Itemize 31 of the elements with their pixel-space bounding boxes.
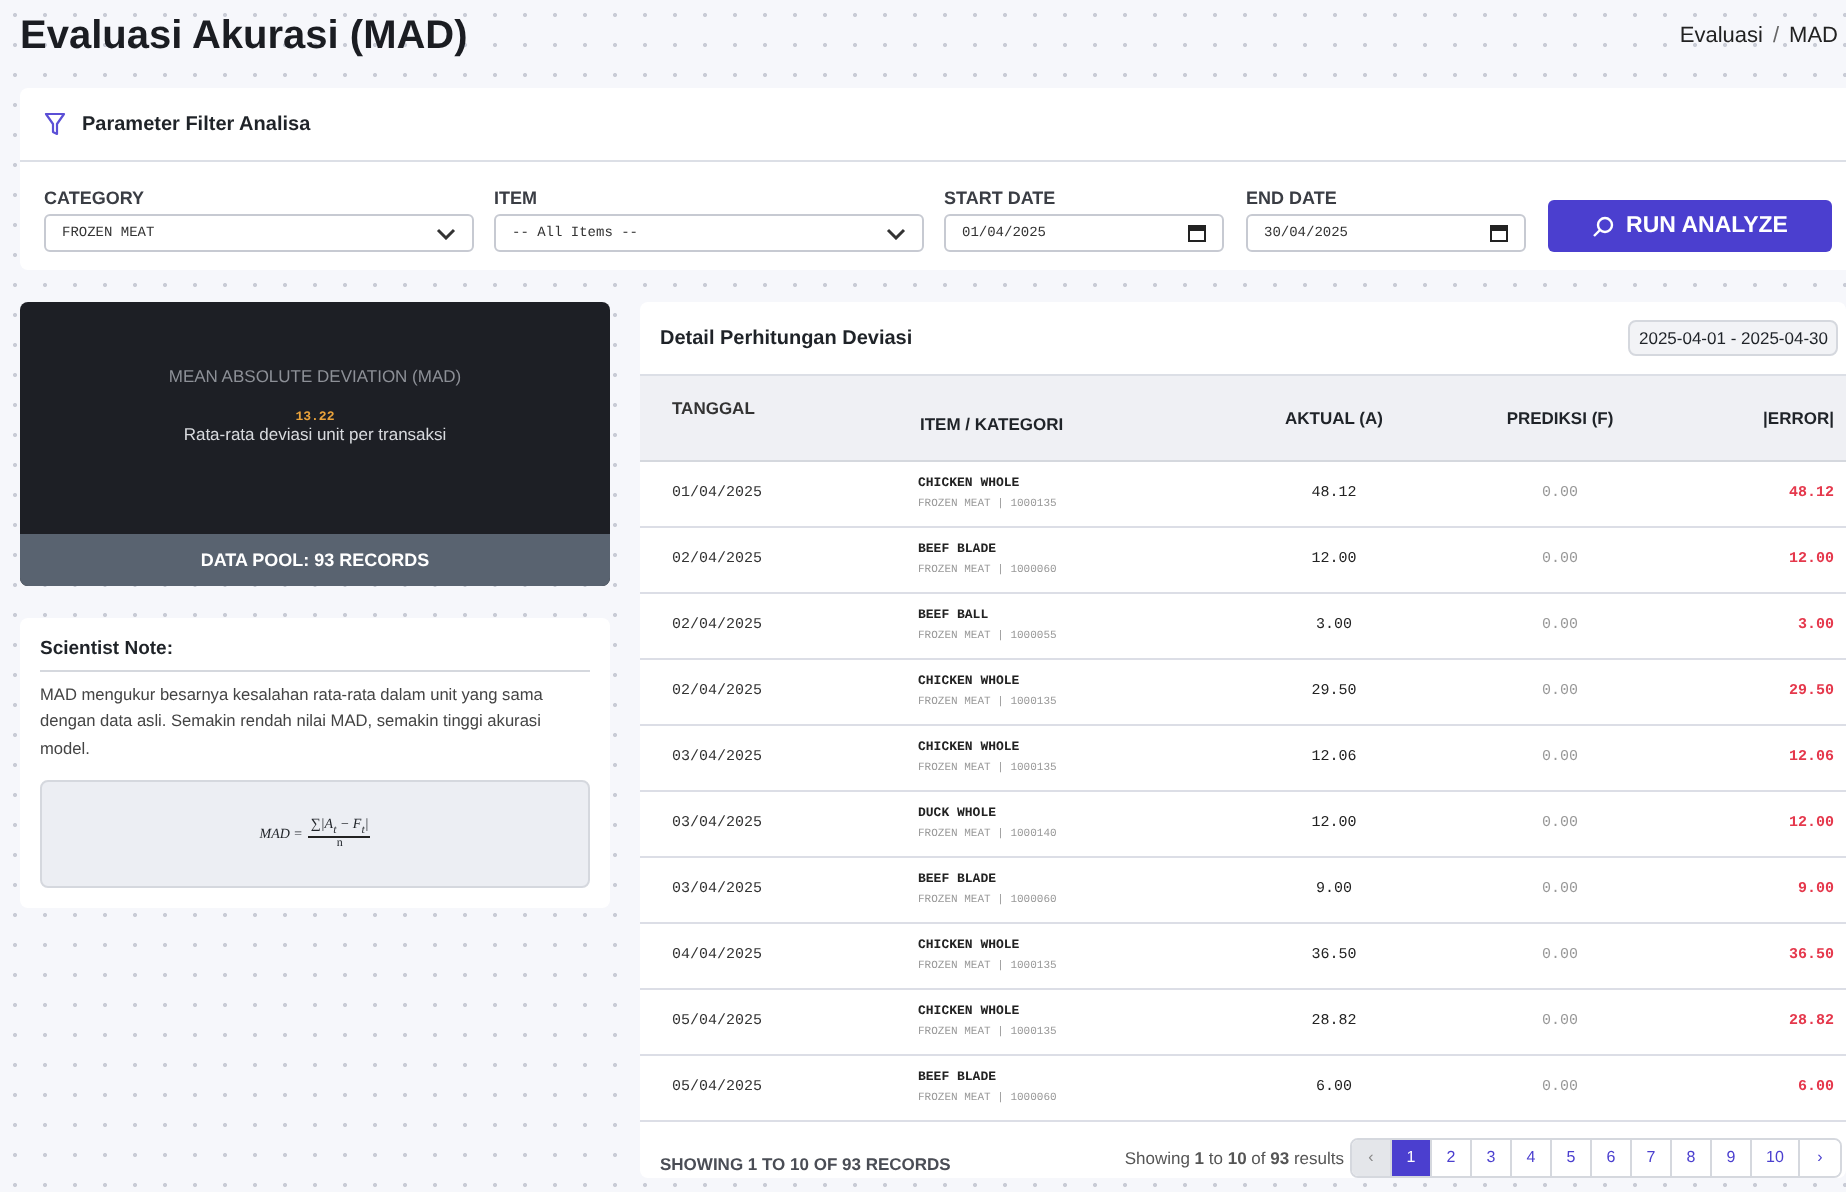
filter-icon xyxy=(44,112,66,136)
field-label: CATEGORY xyxy=(44,188,147,208)
data-pool-bar: DATA POOL: 93 RECORDS xyxy=(20,534,610,586)
chevron-down-icon xyxy=(436,227,456,239)
breadcrumb-separator: / xyxy=(1772,24,1780,48)
column-header: TANGGAL xyxy=(640,376,918,460)
run-analyze-button[interactable]: RUN ANALYZE xyxy=(1548,200,1832,252)
column-header: |ERROR| xyxy=(1674,376,1846,460)
note-title: Scientist Note: xyxy=(40,638,590,672)
mad-title: MEAN ABSOLUTE DEVIATION (MAD) xyxy=(168,365,462,385)
column-header: PREDIKSI (F) xyxy=(1446,376,1674,460)
page-title: Evaluasi Akurasi (MAD) xyxy=(20,13,468,59)
results-summary: Showing 1 to 10 of 93 results xyxy=(1124,1147,1344,1167)
filter-title: Parameter Filter Analisa xyxy=(82,113,311,135)
field-label: START DATE xyxy=(944,188,1058,208)
search-icon xyxy=(1592,215,1615,237)
table-title: Detail Perhitungan Deviasi xyxy=(660,327,913,349)
calendar-icon xyxy=(1188,224,1206,242)
field-label: ITEM xyxy=(494,188,539,208)
record-count: SHOWING 1 TO 10 OF 93 RECORDS xyxy=(660,1153,951,1173)
breadcrumb-link[interactable]: MAD xyxy=(1789,24,1838,48)
mad-caption: Rata-rata deviasi unit per transaksi xyxy=(183,423,447,443)
column-header: ITEM / KATEGORI xyxy=(918,376,1222,460)
date-range-badge: 2025-04-01 - 2025-04-30 xyxy=(1628,320,1838,356)
page-button[interactable]: 1 xyxy=(1392,1139,1432,1175)
field-label: END DATE xyxy=(1246,188,1339,208)
column-header: AKTUAL (A) xyxy=(1222,376,1446,460)
note-text: MAD mengukur besarnya kesalahan rata-rata dalam unit yang sama dengan data asli. Semakin rendah nilai MAD, semakin tinggi akurasi model. xyxy=(40,682,545,762)
breadcrumb-link[interactable]: Evaluasi xyxy=(1679,24,1763,48)
calendar-icon xyxy=(1490,224,1508,242)
chevron-down-icon xyxy=(886,227,906,239)
